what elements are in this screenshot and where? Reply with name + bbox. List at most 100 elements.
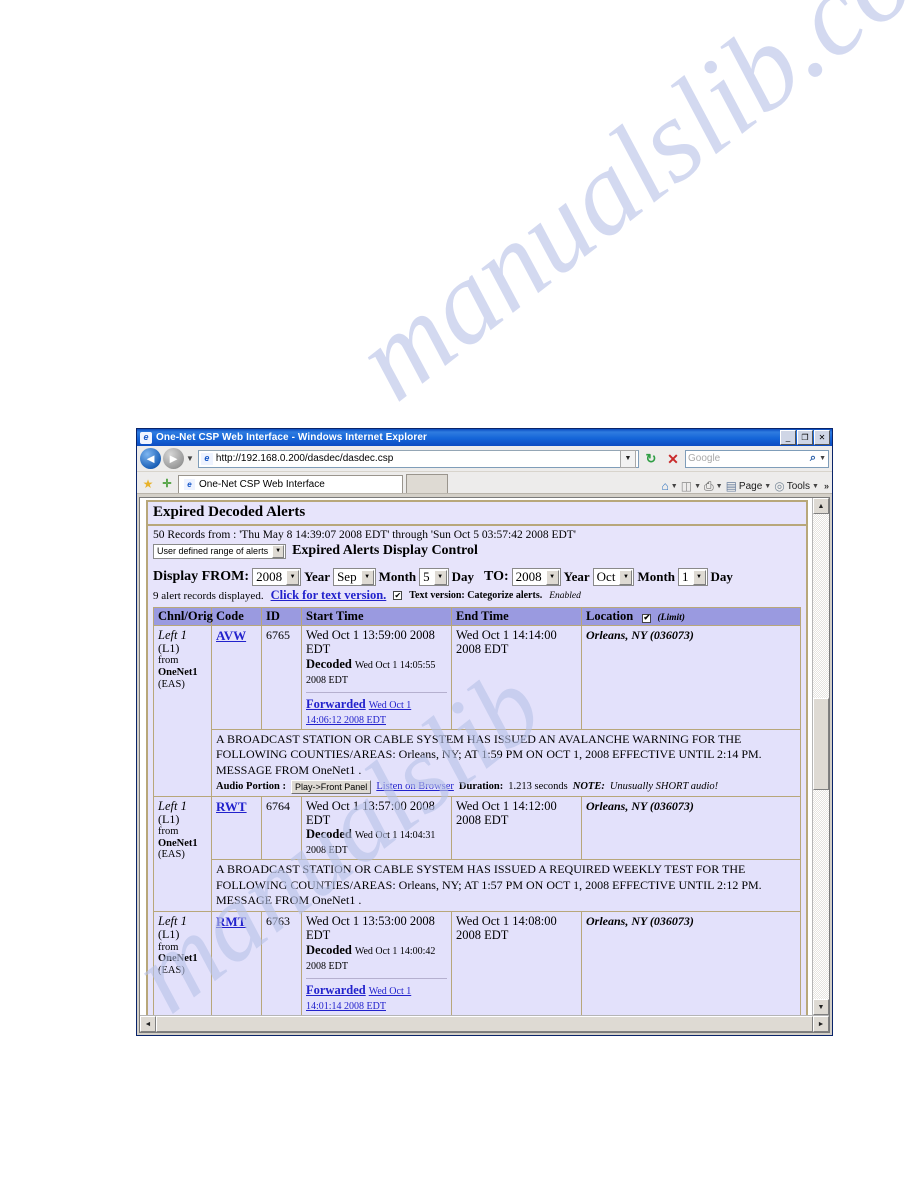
- home-button[interactable]: ⌂ ▼: [661, 480, 679, 492]
- channel-from-label: from: [158, 655, 179, 667]
- table-row: Left 1 (L1) from OneNet1 (EAS) RMT 6763 …: [153, 911, 801, 1015]
- to-day-value: 1: [682, 569, 689, 584]
- categorize-alerts-label: Text version: Categorize alerts.: [409, 590, 543, 601]
- tools-menu-button[interactable]: ◎ Tools ▼: [773, 480, 820, 492]
- vertical-scroll-track[interactable]: [813, 514, 829, 999]
- scroll-up-button[interactable]: ▲: [813, 498, 829, 514]
- scroll-down-button[interactable]: ▼: [813, 999, 829, 1015]
- tab-one-net-csp[interactable]: e One-Net CSP Web Interface: [178, 475, 403, 493]
- chevron-down-icon[interactable]: ▼: [545, 569, 559, 585]
- channel-type: (EAS): [158, 965, 185, 976]
- duration-value: 1.213 seconds: [508, 780, 568, 792]
- to-day-select[interactable]: 1 ▼: [678, 568, 708, 586]
- vertical-scrollbar[interactable]: ▲ ▼: [812, 498, 829, 1015]
- address-bar[interactable]: e http://192.168.0.200/dasdec/dasdec.csp…: [197, 449, 639, 468]
- toolbar-overflow-icon[interactable]: »: [824, 481, 829, 491]
- channel-type: (EAS): [158, 849, 185, 861]
- to-year-select[interactable]: 2008 ▼: [511, 568, 561, 586]
- page-menu-button[interactable]: ▤ Page ▼: [725, 480, 773, 492]
- from-day-select[interactable]: 5 ▼: [419, 568, 449, 586]
- chevron-down-icon[interactable]: ▼: [692, 569, 706, 585]
- channel-name: Left 1: [158, 798, 187, 813]
- browser-window: e One-Net CSP Web Interface - Windows In…: [136, 428, 833, 1036]
- add-to-favorites-icon[interactable]: ✛: [159, 475, 175, 493]
- column-header-code[interactable]: Code: [211, 607, 262, 626]
- listen-on-browser-link[interactable]: Listen on Browser: [376, 780, 454, 794]
- feeds-button[interactable]: ◫ ▼: [680, 480, 702, 492]
- start-time-value: Wed Oct 1 13:57:00 2008 EDT: [306, 798, 435, 827]
- cell-id: 6764: [261, 795, 302, 861]
- stop-icon[interactable]: ✕: [663, 449, 683, 469]
- channel-id: (L1): [158, 927, 180, 942]
- search-input[interactable]: Google: [688, 453, 810, 464]
- favorites-star-icon[interactable]: ★: [140, 475, 156, 493]
- to-day-unit-label: Day: [710, 569, 733, 584]
- to-month-select[interactable]: Oct ▼: [592, 568, 635, 586]
- chevron-down-icon[interactable]: ▼: [272, 544, 285, 558]
- alert-code-link[interactable]: RMT: [216, 914, 246, 929]
- location-limit-checkbox[interactable]: ✔: [642, 613, 652, 623]
- column-header-start-time[interactable]: Start Time: [301, 607, 452, 626]
- display-control-panel: 50 Records from : 'Thu May 8 14:39:07 20…: [148, 526, 806, 1015]
- new-tab-button[interactable]: [406, 474, 448, 493]
- chevron-down-icon[interactable]: ▼: [286, 569, 300, 585]
- forward-button[interactable]: ►: [163, 448, 184, 469]
- feeds-icon: ◫: [680, 479, 693, 493]
- range-select[interactable]: User defined range of alerts ▼: [153, 543, 287, 559]
- print-icon: ⎙: [704, 479, 714, 493]
- column-header-id[interactable]: ID: [261, 607, 302, 626]
- scroll-left-button[interactable]: ◄: [140, 1016, 156, 1032]
- print-button[interactable]: ⎙ ▼: [703, 480, 724, 492]
- forwarded-block[interactable]: Forwarded Wed Oct 1 14:06:12 2008 EDT: [306, 691, 447, 727]
- chevron-down-icon[interactable]: ▼: [619, 569, 633, 585]
- text-version-link[interactable]: Click for text version.: [271, 588, 387, 603]
- cell-location: Orleans, NY (036073): [581, 911, 801, 1015]
- page-title: Expired Decoded Alerts: [148, 502, 806, 526]
- search-provider-caret-icon[interactable]: ▼: [819, 455, 826, 462]
- alert-code-link[interactable]: AVW: [216, 628, 246, 643]
- end-time-value: Wed Oct 1 14:14:00 2008 EDT: [456, 628, 557, 657]
- close-button[interactable]: ✕: [814, 430, 830, 445]
- categorize-alerts-checkbox[interactable]: ✔: [393, 591, 403, 600]
- status-row: 9 alert records displayed. Click for tex…: [153, 588, 801, 603]
- vertical-scroll-thumb[interactable]: [813, 698, 829, 791]
- address-dropdown-icon[interactable]: ▼: [620, 449, 636, 468]
- chevron-down-icon[interactable]: ▼: [360, 569, 374, 585]
- history-dropdown-icon[interactable]: ▼: [186, 454, 194, 463]
- channel-name: Left 1: [158, 628, 187, 642]
- search-box[interactable]: Google ⌕ ▼: [685, 449, 829, 468]
- from-year-select[interactable]: 2008 ▼: [252, 568, 302, 586]
- audio-portion-row: Audio Portion : Play->Front Panel Listen…: [216, 779, 796, 794]
- tools-menu-label: Tools: [786, 480, 811, 492]
- range-select-value: User defined range of alerts: [157, 546, 269, 556]
- records-displayed-text: 9 alert records displayed.: [153, 589, 264, 602]
- refresh-icon[interactable]: ↻: [641, 449, 661, 469]
- alert-code-link[interactable]: RWT: [216, 799, 247, 814]
- column-header-location[interactable]: Location ✔ (Limit): [581, 607, 801, 626]
- channel-id: (L1): [158, 811, 180, 826]
- chevron-down-icon[interactable]: ▼: [433, 569, 447, 585]
- horizontal-scrollbar[interactable]: ◄ ►: [140, 1015, 829, 1032]
- column-header-chnl-orig[interactable]: Chnl/Orig: [153, 607, 213, 626]
- alerts-table: Chnl/Orig Code ID Start Time End Time Lo…: [153, 607, 801, 1015]
- feeds-caret-icon: ▼: [694, 482, 702, 490]
- scroll-right-button[interactable]: ►: [813, 1016, 829, 1032]
- cell-id: 6763: [261, 911, 302, 1015]
- horizontal-scroll-thumb[interactable]: [156, 1016, 813, 1032]
- forwarded-block[interactable]: Forwarded Wed Oct 1 14:01:14 2008 EDT: [306, 977, 447, 1013]
- start-time-value: Wed Oct 1 13:53:00 2008 EDT: [306, 914, 435, 943]
- channel-name: Left 1: [158, 914, 187, 929]
- from-month-select[interactable]: Sep ▼: [333, 568, 376, 586]
- maximize-button[interactable]: ❐: [797, 430, 813, 445]
- play-front-panel-button[interactable]: Play->Front Panel: [291, 779, 372, 794]
- print-caret-icon: ▼: [715, 482, 723, 490]
- to-year-unit-label: Year: [563, 569, 590, 584]
- column-header-end-time[interactable]: End Time: [451, 607, 582, 626]
- tab-label: One-Net CSP Web Interface: [199, 479, 325, 490]
- back-button[interactable]: ◄: [140, 448, 161, 469]
- search-icon[interactable]: ⌕: [810, 452, 816, 465]
- minimize-button[interactable]: _: [780, 430, 796, 445]
- to-month-unit-label: Month: [637, 569, 675, 584]
- cell-chnl-orig: Left 1 (L1) from OneNet1 (EAS): [153, 625, 212, 797]
- cell-location: Orleans, NY (036073): [581, 625, 801, 730]
